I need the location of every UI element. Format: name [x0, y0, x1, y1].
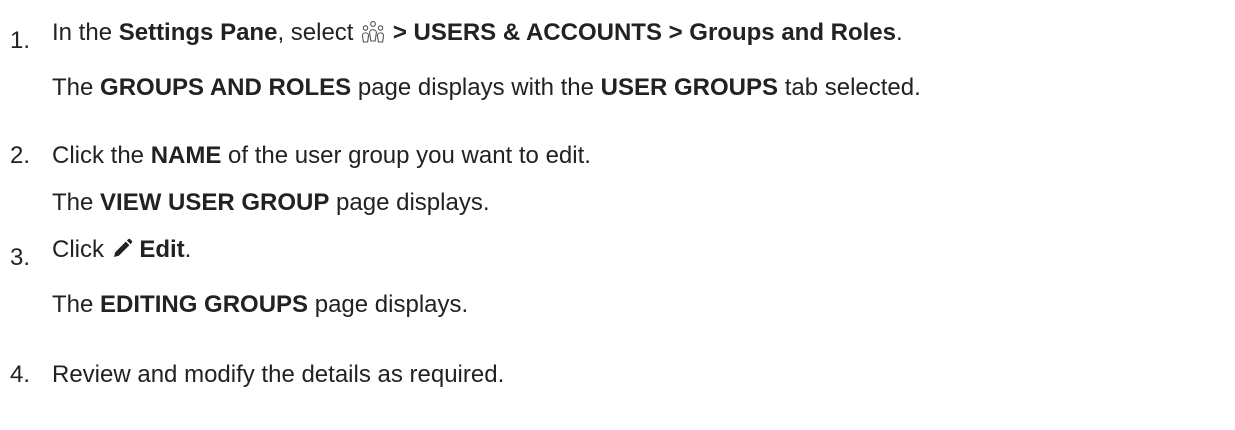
- page-name: GROUPS AND ROLES: [100, 74, 352, 101]
- settings-path: > USERS & ACCOUNTS > Groups and Roles: [392, 19, 897, 46]
- step-4-instruction: Review and modify the details as require…: [52, 361, 505, 388]
- step-number: 2.: [10, 142, 31, 169]
- step-number: 4.: [10, 361, 31, 388]
- users-icon: [360, 20, 386, 44]
- step-3-result: The EDITING GROUPS page displays.: [52, 291, 469, 318]
- step-number: 1.: [10, 27, 31, 54]
- step-1-instruction: In the Settings Pane, select > USERS & A…: [52, 19, 903, 46]
- page-name: EDITING GROUPS: [100, 291, 309, 318]
- step-3-instruction: Click Edit.: [52, 236, 192, 263]
- edit-label: Edit: [139, 236, 185, 263]
- step-1-result: The GROUPS AND ROLES page displays with …: [52, 74, 921, 101]
- tab-name: USER GROUPS: [600, 74, 779, 101]
- settings-pane-label: Settings Pane: [118, 19, 278, 46]
- step-2-instruction: Click the NAME of the user group you wan…: [52, 142, 591, 169]
- step-2-result: The VIEW USER GROUP page displays.: [52, 189, 490, 216]
- step-number: 3.: [10, 244, 31, 271]
- page-name: VIEW USER GROUP: [100, 189, 330, 216]
- pencil-icon: [111, 238, 133, 260]
- name-column-label: NAME: [150, 142, 222, 169]
